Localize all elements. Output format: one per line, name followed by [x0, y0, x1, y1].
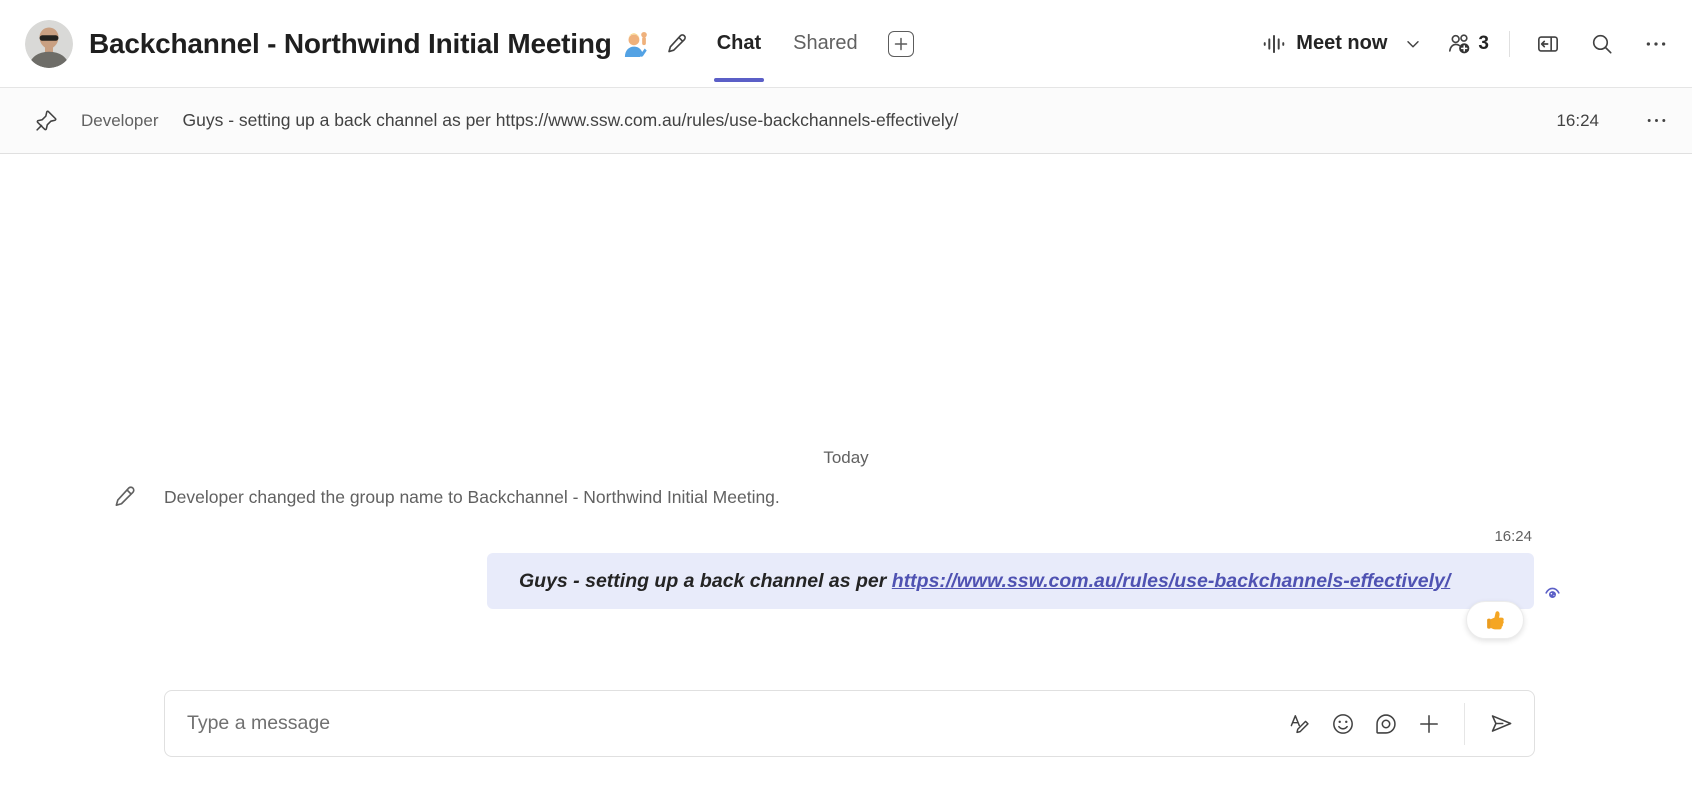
- system-message-text: Developer changed the group name to Back…: [164, 487, 780, 508]
- search-button[interactable]: [1586, 28, 1618, 60]
- message-group: 16:24 Guys - setting up a back channel a…: [487, 528, 1534, 609]
- avatar-image: [25, 20, 73, 68]
- pushpin-icon: [34, 108, 59, 133]
- tab-chat[interactable]: Chat: [715, 0, 763, 88]
- pinned-more-options-button[interactable]: [1641, 105, 1672, 136]
- raising-hand-emoji: [622, 30, 649, 57]
- participant-count: 3: [1478, 33, 1489, 55]
- loop-component-button[interactable]: [1370, 708, 1402, 740]
- avatar[interactable]: [25, 20, 73, 68]
- meet-now-dropdown-button[interactable]: [1399, 30, 1427, 58]
- tab-chat-label: Chat: [717, 32, 761, 55]
- pinned-message-bar[interactable]: Developer Guys - setting up a back chann…: [0, 88, 1692, 154]
- pinned-message-time: 16:24: [1556, 111, 1599, 131]
- pencil-icon: [112, 484, 138, 510]
- header-divider: [1509, 31, 1510, 57]
- text-format-icon: [1287, 711, 1312, 736]
- search-icon: [1590, 32, 1614, 56]
- compose-bar[interactable]: [164, 690, 1535, 757]
- pencil-icon: [665, 32, 689, 56]
- teams-chat-window: Backchannel - Northwind Initial Meeting …: [0, 0, 1692, 788]
- open-chat-pane-button[interactable]: [1532, 28, 1564, 60]
- message-timestamp: 16:24: [487, 528, 1534, 545]
- thumbs-up-emoji: [1484, 609, 1507, 632]
- add-people-button[interactable]: 3: [1447, 32, 1489, 56]
- active-tab-underline: [714, 78, 764, 82]
- thumbs-up-reaction[interactable]: [1466, 601, 1524, 639]
- read-receipt-eye-icon: [1543, 584, 1562, 603]
- panel-arrow-left-icon: [1536, 32, 1560, 56]
- day-divider: Today: [0, 448, 1692, 468]
- page-title: Backchannel - Northwind Initial Meeting: [89, 28, 612, 60]
- add-tab-button[interactable]: [888, 31, 914, 57]
- tab-bar: Chat Shared: [715, 0, 914, 88]
- waveform-icon: [1262, 32, 1286, 56]
- loop-component-icon: [1374, 712, 1398, 736]
- pinned-message-author: Developer: [81, 111, 159, 131]
- chevron-down-icon: [1403, 34, 1423, 54]
- meet-now-label: Meet now: [1296, 32, 1387, 55]
- attach-plus-button[interactable]: [1413, 708, 1445, 740]
- pinned-message-text: Guys - setting up a back channel as per …: [183, 110, 1537, 131]
- chat-title-group: Backchannel - Northwind Initial Meeting: [89, 28, 649, 60]
- compose-divider: [1464, 703, 1465, 745]
- edit-group-name-button[interactable]: [661, 28, 693, 60]
- header-actions: Meet now 3: [1262, 28, 1672, 60]
- compose-actions: [1283, 703, 1534, 745]
- ellipsis-icon: [1645, 109, 1668, 132]
- chat-header: Backchannel - Northwind Initial Meeting …: [0, 0, 1692, 88]
- plus-icon: [894, 37, 908, 51]
- message-link[interactable]: https://www.ssw.com.au/rules/use-backcha…: [892, 570, 1450, 593]
- message-input[interactable]: [165, 712, 1283, 735]
- system-message: Developer changed the group name to Back…: [112, 484, 780, 510]
- emoji-button[interactable]: [1327, 708, 1359, 740]
- people-add-icon: [1447, 32, 1473, 56]
- paper-plane-icon: [1488, 711, 1514, 736]
- message-text: Guys - setting up a back channel as per: [519, 570, 892, 593]
- smiley-icon: [1331, 712, 1355, 736]
- tab-shared-label: Shared: [793, 32, 858, 55]
- more-options-button[interactable]: [1640, 28, 1672, 60]
- meet-now-button[interactable]: Meet now: [1262, 32, 1387, 56]
- send-button[interactable]: [1484, 707, 1518, 740]
- message-bubble[interactable]: Guys - setting up a back channel as per …: [487, 553, 1534, 609]
- tab-shared[interactable]: Shared: [791, 0, 860, 88]
- format-button[interactable]: [1283, 707, 1316, 740]
- ellipsis-icon: [1644, 32, 1668, 56]
- plus-icon: [1417, 712, 1441, 736]
